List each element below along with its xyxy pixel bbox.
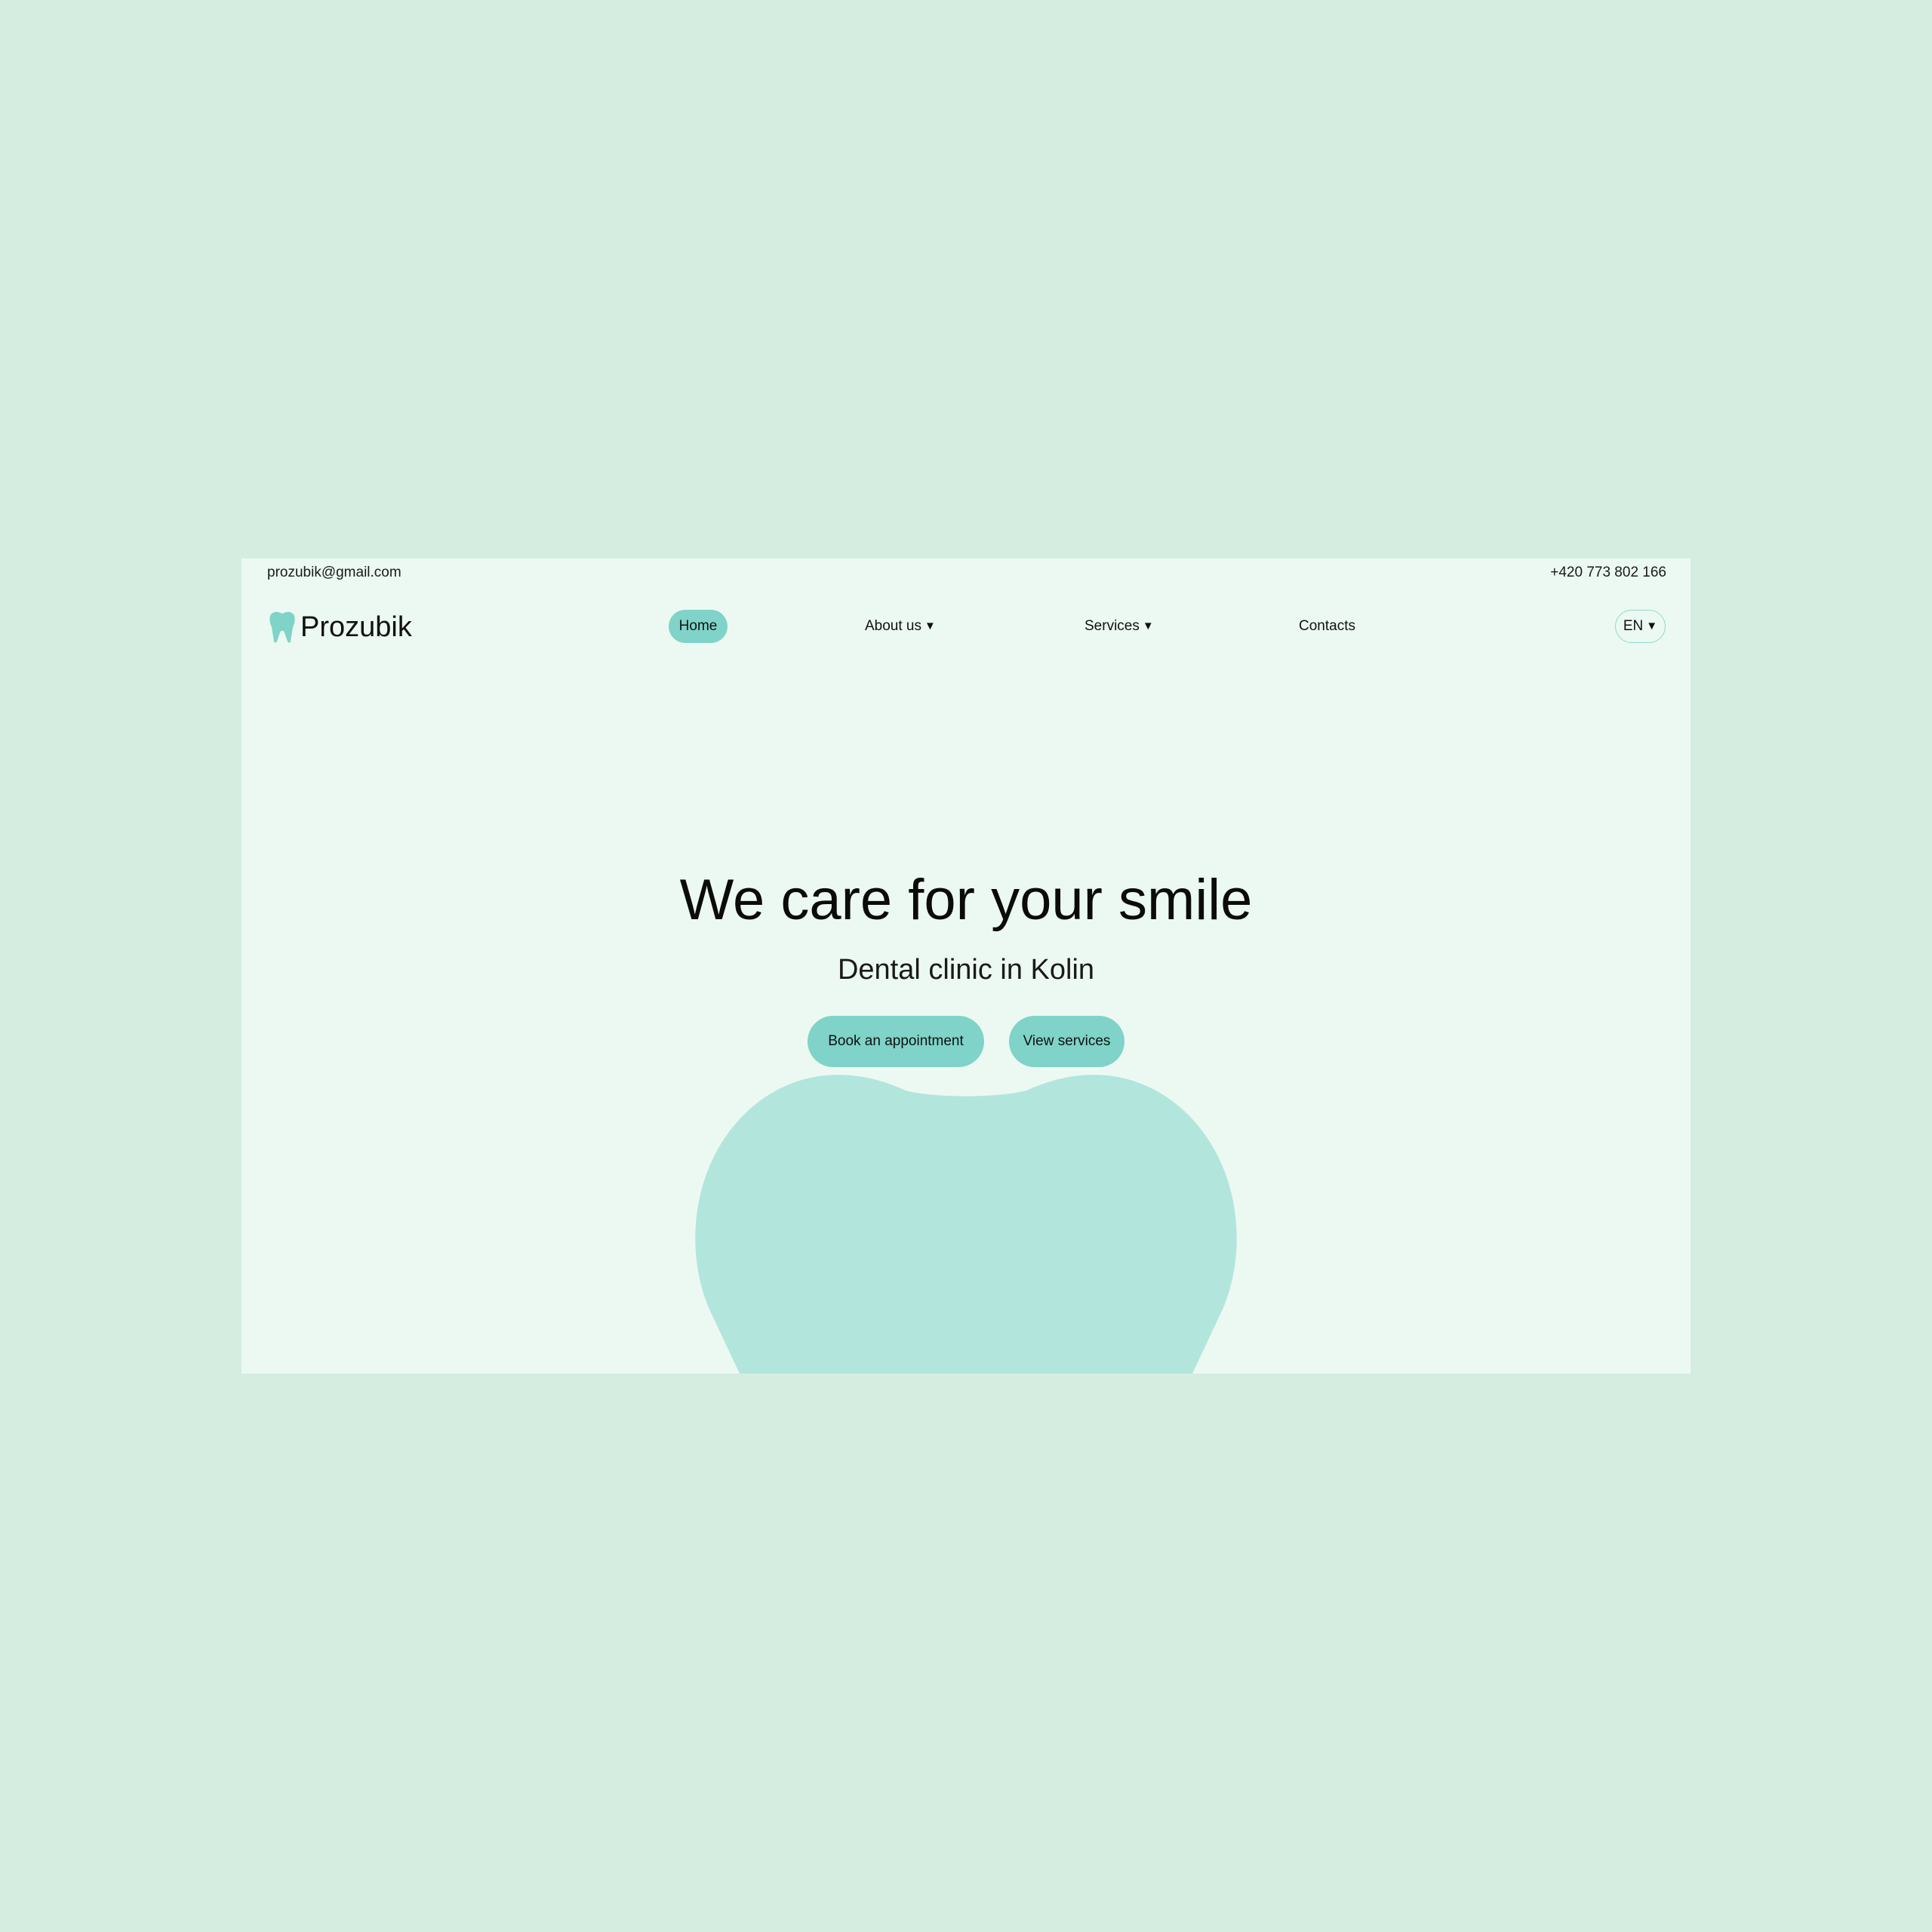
nav-services-label: Services [1084, 618, 1140, 634]
language-selector[interactable]: EN ▼ [1615, 610, 1666, 643]
view-services-button[interactable]: View services [1009, 1016, 1124, 1067]
nav-home[interactable]: Home [669, 610, 728, 643]
nav-home-label: Home [678, 618, 718, 634]
chevron-down-icon: ▼ [1646, 620, 1658, 632]
chevron-down-icon: ▼ [924, 620, 936, 632]
website-frame: prozubik@gmail.com +420 773 802 166 Proz… [242, 558, 1690, 1374]
chevron-down-icon: ▼ [1142, 620, 1154, 632]
nav-about-us[interactable]: About us ▼ [865, 610, 936, 643]
hero-subtitle: Dental clinic in Kolin [837, 954, 1095, 986]
book-appointment-button[interactable]: Book an appointment [808, 1016, 984, 1067]
nav-contacts-label: Contacts [1299, 618, 1355, 634]
contact-phone[interactable]: +420 773 802 166 [1550, 563, 1666, 583]
nav-contacts[interactable]: Contacts [1299, 610, 1355, 643]
logo[interactable]: Prozubik [269, 610, 412, 645]
language-label: EN [1623, 618, 1644, 634]
tooth-illustration [695, 1075, 1237, 1374]
brand-name: Prozubik [300, 611, 412, 643]
tooth-icon [269, 611, 295, 643]
hero-title: We care for your smile [679, 868, 1253, 932]
nav-about-us-label: About us [865, 618, 921, 634]
contact-email[interactable]: prozubik@gmail.com [267, 563, 401, 583]
nav-services[interactable]: Services ▼ [1084, 610, 1154, 643]
